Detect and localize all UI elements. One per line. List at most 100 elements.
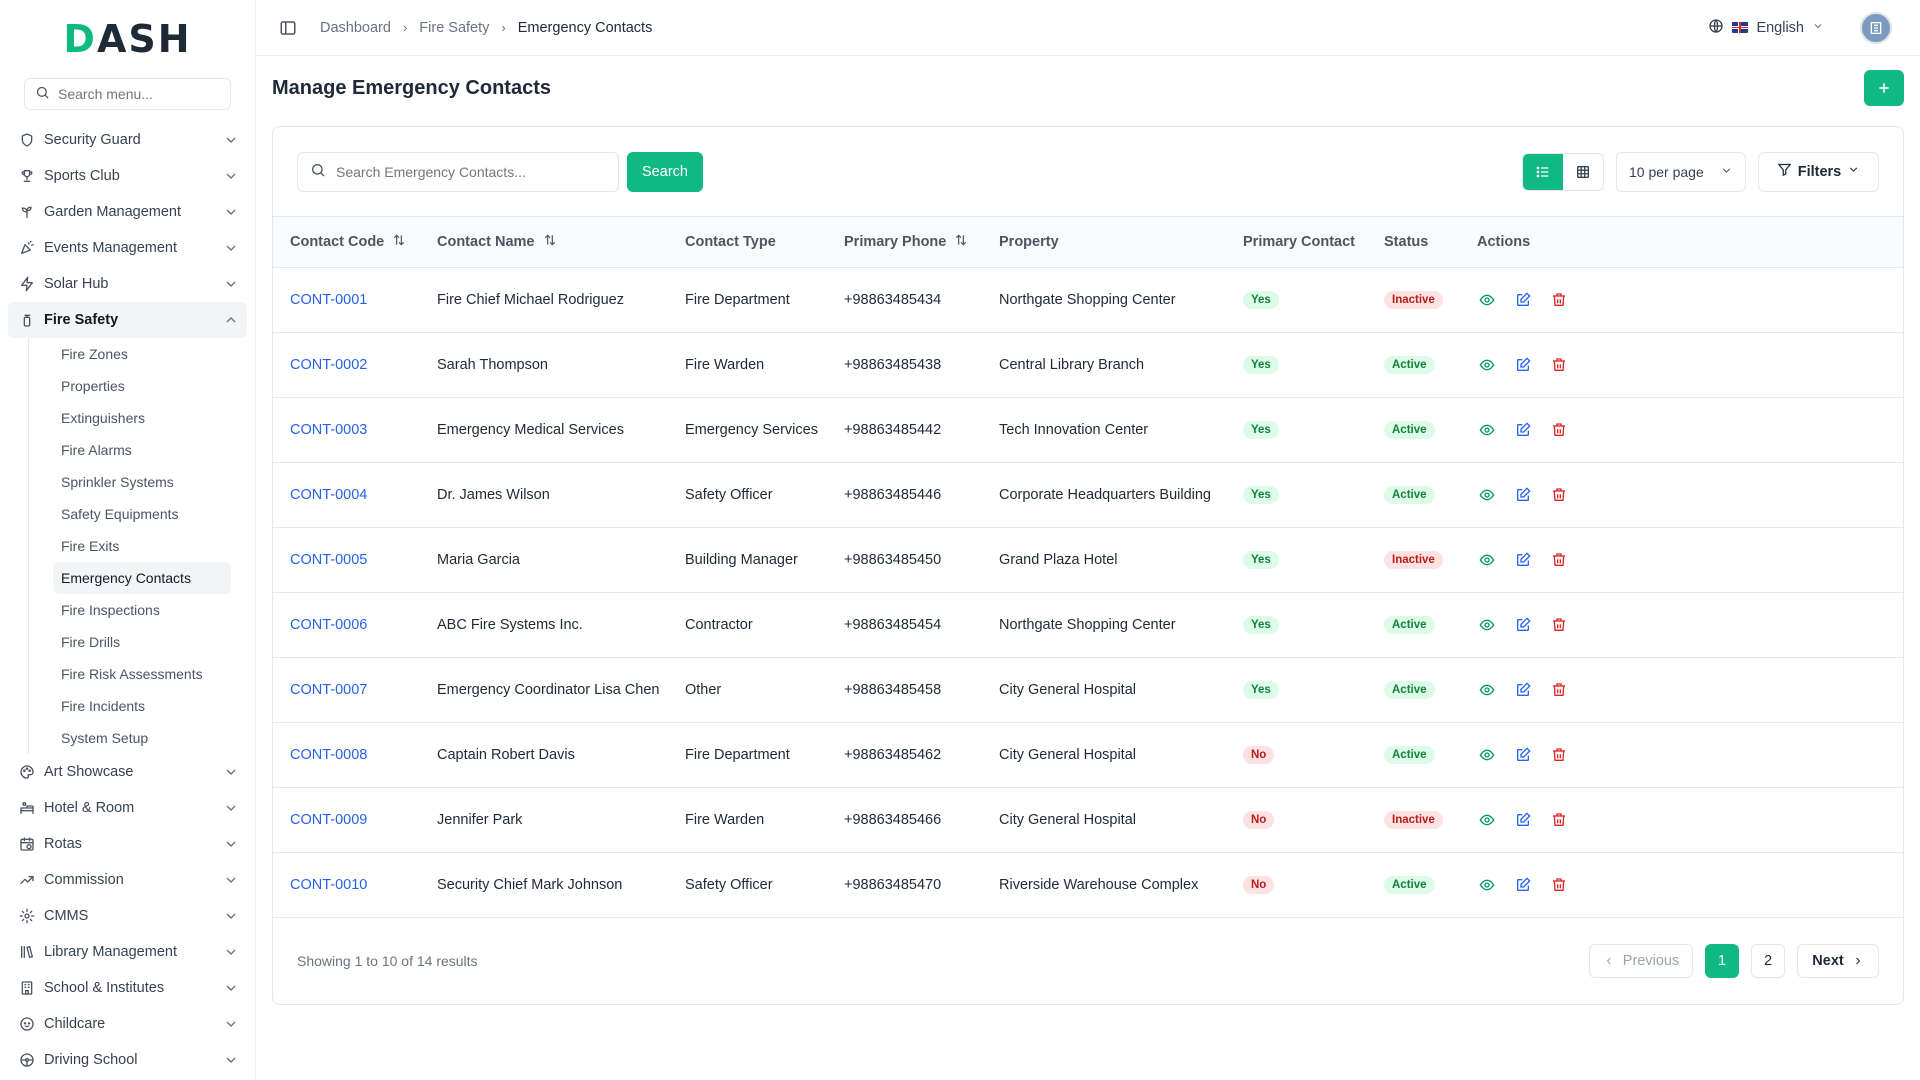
delete-trash-icon[interactable] <box>1549 420 1569 440</box>
sidebar-search[interactable] <box>24 78 231 110</box>
edit-icon[interactable] <box>1513 550 1533 570</box>
chevron-down-icon <box>223 240 239 256</box>
sidebar-toggle-icon[interactable] <box>276 16 300 40</box>
edit-icon[interactable] <box>1513 680 1533 700</box>
sidebar-item-events-management[interactable]: Events Management <box>8 230 247 266</box>
edit-icon[interactable] <box>1513 745 1533 765</box>
table-search[interactable] <box>297 151 619 192</box>
view-eye-icon[interactable] <box>1477 290 1497 310</box>
next-page-button[interactable]: Next <box>1797 943 1879 978</box>
submenu-item-fire-drills[interactable]: Fire Drills <box>53 626 231 658</box>
avatar[interactable] <box>1860 11 1892 44</box>
language-selector[interactable]: English <box>1708 18 1824 38</box>
column-header-contact-name[interactable]: Contact Name <box>420 217 668 268</box>
submenu-item-fire-zones[interactable]: Fire Zones <box>53 338 231 370</box>
edit-icon[interactable] <box>1513 875 1533 895</box>
edit-icon[interactable] <box>1513 810 1533 830</box>
sidebar-item-cmms[interactable]: CMMS <box>8 898 247 934</box>
sort-icon[interactable] <box>543 233 557 251</box>
column-header-primary-phone[interactable]: Primary Phone <box>827 217 982 268</box>
view-eye-icon[interactable] <box>1477 615 1497 635</box>
contact-code-link[interactable]: CONT-0005 <box>290 552 367 568</box>
view-eye-icon[interactable] <box>1477 485 1497 505</box>
sidebar-item-library-management[interactable]: Library Management <box>8 934 247 970</box>
contact-code-link[interactable]: CONT-0001 <box>290 292 367 308</box>
sidebar-item-childcare[interactable]: Childcare <box>8 1006 247 1042</box>
previous-page-button[interactable]: Previous <box>1589 943 1693 978</box>
filters-button[interactable]: Filters <box>1758 151 1879 192</box>
delete-trash-icon[interactable] <box>1549 875 1569 895</box>
sidebar-item-school-institutes[interactable]: School & Institutes <box>8 970 247 1006</box>
breadcrumb-fire-safety[interactable]: Fire Safety <box>419 20 489 36</box>
submenu-item-emergency-contacts[interactable]: Emergency Contacts <box>53 562 231 594</box>
column-header-contact-code[interactable]: Contact Code <box>273 217 420 268</box>
view-eye-icon[interactable] <box>1477 420 1497 440</box>
breadcrumb-dashboard[interactable]: Dashboard <box>320 20 391 36</box>
delete-trash-icon[interactable] <box>1549 485 1569 505</box>
delete-trash-icon[interactable] <box>1549 550 1569 570</box>
sidebar-item-rotas[interactable]: Rotas <box>8 826 247 862</box>
contact-code-link[interactable]: CONT-0008 <box>290 747 367 763</box>
view-eye-icon[interactable] <box>1477 810 1497 830</box>
sort-icon[interactable] <box>392 233 406 251</box>
cell-contact-type: Safety Officer <box>685 486 773 503</box>
contact-code-link[interactable]: CONT-0009 <box>290 812 367 828</box>
sidebar-item-security-guard[interactable]: Security Guard <box>8 122 247 158</box>
view-eye-icon[interactable] <box>1477 355 1497 375</box>
submenu-item-fire-risk-assessments[interactable]: Fire Risk Assessments <box>53 658 231 690</box>
edit-icon[interactable] <box>1513 355 1533 375</box>
contact-code-link[interactable]: CONT-0006 <box>290 617 367 633</box>
sidebar-item-garden-management[interactable]: Garden Management <box>8 194 247 230</box>
per-page-select[interactable]: 10 per page <box>1616 151 1746 192</box>
submenu-item-fire-exits[interactable]: Fire Exits <box>53 530 231 562</box>
sidebar-search-input[interactable] <box>58 86 220 102</box>
page-1-button[interactable]: 1 <box>1705 943 1739 978</box>
sidebar-item-commission[interactable]: Commission <box>8 862 247 898</box>
contact-code-link[interactable]: CONT-0003 <box>290 422 367 438</box>
sidebar-item-sports-club[interactable]: Sports Club <box>8 158 247 194</box>
delete-trash-icon[interactable] <box>1549 290 1569 310</box>
submenu-item-system-setup[interactable]: System Setup <box>53 722 231 754</box>
submenu-item-fire-alarms[interactable]: Fire Alarms <box>53 434 231 466</box>
edit-icon[interactable] <box>1513 290 1533 310</box>
submenu-item-fire-inspections[interactable]: Fire Inspections <box>53 594 231 626</box>
delete-trash-icon[interactable] <box>1549 680 1569 700</box>
sidebar-item-solar-hub[interactable]: Solar Hub <box>8 266 247 302</box>
grid-view-icon[interactable] <box>1563 153 1603 190</box>
page-2-button[interactable]: 2 <box>1751 943 1785 978</box>
submenu-item-sprinkler-systems[interactable]: Sprinkler Systems <box>53 466 231 498</box>
delete-trash-icon[interactable] <box>1549 615 1569 635</box>
cell-primary-phone: +98863485434 <box>844 291 942 308</box>
logo[interactable]: DASH <box>0 0 255 78</box>
delete-trash-icon[interactable] <box>1549 355 1569 375</box>
add-contact-button[interactable] <box>1864 70 1904 106</box>
sidebar-item-art-showcase[interactable]: Art Showcase <box>8 754 247 790</box>
contact-code-link[interactable]: CONT-0007 <box>290 682 367 698</box>
edit-icon[interactable] <box>1513 420 1533 440</box>
edit-icon[interactable] <box>1513 485 1533 505</box>
view-eye-icon[interactable] <box>1477 680 1497 700</box>
cell-primary-contact: No <box>1226 722 1367 787</box>
edit-icon[interactable] <box>1513 615 1533 635</box>
contact-code-link[interactable]: CONT-0004 <box>290 487 367 503</box>
submenu-item-properties[interactable]: Properties <box>53 370 231 402</box>
submenu-item-fire-incidents[interactable]: Fire Incidents <box>53 690 231 722</box>
search-button[interactable]: Search <box>627 151 703 192</box>
table-search-input[interactable] <box>336 163 606 180</box>
submenu-item-extinguishers[interactable]: Extinguishers <box>53 402 231 434</box>
delete-trash-icon[interactable] <box>1549 810 1569 830</box>
list-view-icon[interactable] <box>1523 153 1563 190</box>
contact-code-link[interactable]: CONT-0002 <box>290 357 367 373</box>
delete-trash-icon[interactable] <box>1549 745 1569 765</box>
view-eye-icon[interactable] <box>1477 875 1497 895</box>
sort-icon[interactable] <box>954 233 968 251</box>
contact-code-link[interactable]: CONT-0010 <box>290 877 367 893</box>
sidebar-item-driving-school[interactable]: Driving School <box>8 1042 247 1078</box>
view-eye-icon[interactable] <box>1477 745 1497 765</box>
submenu-item-safety-equipments[interactable]: Safety Equipments <box>53 498 231 530</box>
sidebar-item-label: Fire Safety <box>44 312 119 328</box>
chevron-down-icon <box>1847 163 1860 180</box>
view-eye-icon[interactable] <box>1477 550 1497 570</box>
sidebar-item-hotel-room[interactable]: Hotel & Room <box>8 790 247 826</box>
sidebar-item-fire-safety[interactable]: Fire Safety <box>8 302 247 338</box>
